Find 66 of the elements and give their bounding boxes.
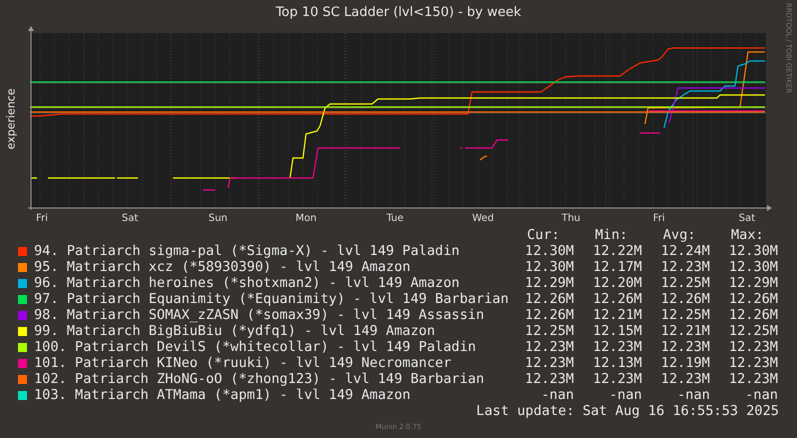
axis-tick-label: Tue <box>386 213 404 224</box>
legend-label: 96. Matriarch heroines (*shotxman2) - lvl 149 Amazon <box>34 275 461 291</box>
legend-label: 100. Patriarch DevilS (*whitecollar) - lvl 149 Paladin <box>34 339 477 355</box>
axis-tick-label: Sun <box>208 213 228 224</box>
column-header: Min: <box>594 227 629 243</box>
value-cell-text: 12.25M <box>660 307 710 323</box>
value-cell-text: 12.23M <box>592 339 642 355</box>
value-cell-text: 12.29M <box>728 275 778 291</box>
axis-tick-label: Fri <box>653 213 665 224</box>
value-cell-text: 12.24M <box>660 243 710 259</box>
value-cell-text: -nan <box>676 387 710 403</box>
value-cell-text: 12.23M <box>728 371 778 387</box>
value-cell-text: -nan <box>540 387 574 403</box>
legend-label: 97. Patriarch Equanimity (*Equanimity) - lvl 149 Barbarian <box>34 291 506 307</box>
value-cell-text: -nan <box>608 387 642 403</box>
legend-label: 102. Patriarch ZHoNG-oO (*zhong123) - lvl 149 Barbarian <box>34 371 486 387</box>
legend-label: 103. Matriarch ATMama (*apm1) - lvl 149 Amazon <box>34 387 412 403</box>
chart-title: Top 10 SC Ladder (lvl<150) - by week <box>276 6 522 19</box>
column-header: Max: <box>730 227 765 243</box>
axis-label: experience <box>6 88 16 150</box>
value-cell-text: 12.26M <box>728 291 778 307</box>
value-cell-text: 12.30M <box>728 259 778 275</box>
value-cell-text: 12.25M <box>524 323 574 339</box>
value-cell-text: 12.30M <box>524 259 574 275</box>
column-header: Cur: <box>526 227 561 243</box>
value-cell-text: 12.30M <box>728 243 778 259</box>
legend-label: 94. Patriarch sigma-pal (*Sigma-X) - lvl 149 Paladin <box>34 243 461 259</box>
value-cell-text: 12.20M <box>592 275 642 291</box>
value-cell-text: 12.22M <box>592 243 642 259</box>
value-cell-text: 12.23M <box>728 355 778 371</box>
value-cell-text: 12.21M <box>660 323 710 339</box>
legend-label: 99. Matriarch BigBiuBiu (*ydfq1) - lvl 149 Amazon <box>34 323 436 339</box>
value-cell-text: 12.23M <box>728 339 778 355</box>
axis-tick-label: Fri <box>36 213 48 224</box>
value-cell-text: 12.23M <box>660 259 710 275</box>
value-cell-text: 12.23M <box>524 339 574 355</box>
axis-tick-label: Thu <box>562 213 580 224</box>
value-cell-text: 12.21M <box>592 307 642 323</box>
axis-tick-label: Sat <box>738 213 756 224</box>
last-update-text: Last update: Sat Aug 16 16:55:53 2025 <box>476 403 779 419</box>
value-cell-text: 12.23M <box>660 339 710 355</box>
value-cell-text: 12.26M <box>660 291 710 307</box>
value-cell-text: -nan <box>744 387 778 403</box>
value-cell-text: 12.17M <box>592 259 642 275</box>
value-cell-text: 12.26M <box>524 307 574 323</box>
legend-label: 95. Matriarch xcz (*58930390) - lvl 149 Amazon <box>34 259 412 275</box>
value-cell-text: 12.25M <box>728 323 778 339</box>
value-cell-text: 12.23M <box>524 371 574 387</box>
value-cell-text: 12.13M <box>592 355 642 371</box>
axis-tick-label: Sat <box>122 213 138 224</box>
column-header: Avg: <box>662 227 697 243</box>
value-cell-text: 12.23M <box>524 355 574 371</box>
legend-label: 98. Matriarch SOMAX_zZASN (*somax39) - lvl 149 Assassin <box>34 307 486 323</box>
axis-tick-label: Mon <box>295 213 317 224</box>
legend-label: 101. Patriarch KINeo (*ruuki) - lvl 149 Necromancer <box>34 355 452 371</box>
axis-tick-label: Wed <box>472 213 494 224</box>
value-cell-text: 12.23M <box>660 371 710 387</box>
value-cell-text: 12.25M <box>660 275 710 291</box>
value-cell-text: 12.29M <box>524 275 574 291</box>
value-cell-text: 12.19M <box>660 355 710 371</box>
value-cell-text: 12.26M <box>592 291 642 307</box>
value-cell-text: 12.15M <box>592 323 642 339</box>
value-cell-text: 12.30M <box>524 243 574 259</box>
value-cell-text: 12.26M <box>728 307 778 323</box>
value-cell-text: 12.23M <box>592 371 642 387</box>
value-cell-text: 12.26M <box>524 291 574 307</box>
